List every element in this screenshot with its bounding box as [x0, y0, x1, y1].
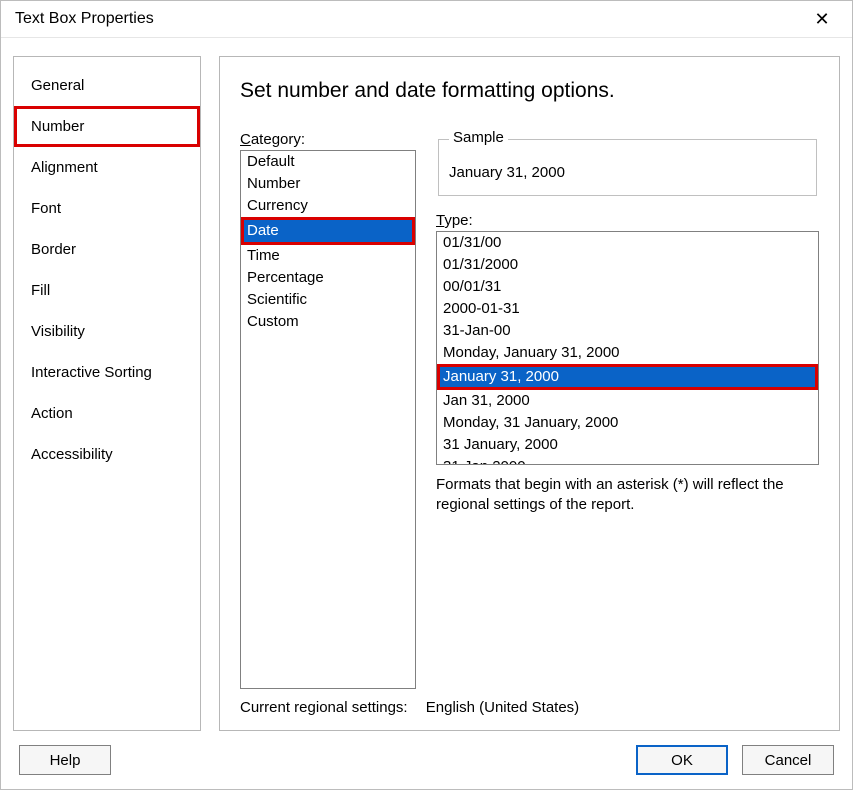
nav-item-font[interactable]: Font [14, 188, 200, 229]
category-item[interactable]: Default [241, 151, 415, 173]
type-item[interactable]: 31-Jan-00 [437, 320, 818, 342]
category-item[interactable]: Custom [241, 311, 415, 333]
dialog-body: GeneralNumberAlignmentFontBorderFillVisi… [1, 38, 852, 731]
content-row: Category: DefaultNumberCurrencyDateTimeP… [240, 131, 819, 689]
help-button[interactable]: Help [19, 745, 111, 775]
type-label: Type: [436, 212, 819, 229]
nav-item-alignment[interactable]: Alignment [14, 147, 200, 188]
type-item[interactable]: 31 Jan 2000 [437, 456, 818, 465]
nav-item-accessibility[interactable]: Accessibility [14, 434, 200, 475]
nav-item-general[interactable]: General [14, 65, 200, 106]
nav-item-number[interactable]: Number [14, 106, 200, 147]
side-nav: GeneralNumberAlignmentFontBorderFillVisi… [13, 56, 201, 731]
category-item[interactable]: Date [241, 217, 415, 245]
titlebar: Text Box Properties ✕ [1, 1, 852, 38]
nav-item-action[interactable]: Action [14, 393, 200, 434]
nav-item-fill[interactable]: Fill [14, 270, 200, 311]
type-item[interactable]: Monday, January 31, 2000 [437, 342, 818, 364]
right-column: Sample January 31, 2000 Type: 01/31/0001… [436, 131, 819, 689]
regional-settings: Current regional settings: English (Unit… [240, 689, 819, 716]
regional-label: Current regional settings: [240, 699, 408, 716]
type-listbox[interactable]: 01/31/0001/31/200000/01/312000-01-3131-J… [436, 231, 819, 465]
regional-value: English (United States) [426, 699, 579, 716]
type-item[interactable]: 01/31/2000 [437, 254, 818, 276]
type-item[interactable]: 2000-01-31 [437, 298, 818, 320]
type-section: Type: 01/31/0001/31/200000/01/312000-01-… [436, 212, 819, 514]
nav-item-interactive-sorting[interactable]: Interactive Sorting [14, 352, 200, 393]
sample-label: Sample [449, 129, 508, 146]
format-hint: Formats that begin with an asterisk (*) … [436, 475, 819, 514]
window-title: Text Box Properties [15, 10, 802, 28]
type-item[interactable]: Jan 31, 2000 [437, 390, 818, 412]
cancel-button[interactable]: Cancel [742, 745, 834, 775]
category-item[interactable]: Number [241, 173, 415, 195]
ok-button[interactable]: OK [636, 745, 728, 775]
category-item[interactable]: Currency [241, 195, 415, 217]
category-listbox[interactable]: DefaultNumberCurrencyDateTimePercentageS… [240, 150, 416, 689]
panel-description: Set number and date formatting options. [240, 79, 819, 103]
close-icon[interactable]: ✕ [802, 10, 842, 28]
nav-item-border[interactable]: Border [14, 229, 200, 270]
sample-group: Sample January 31, 2000 [438, 131, 817, 196]
dialog-window: Text Box Properties ✕ GeneralNumberAlign… [0, 0, 853, 790]
category-label: Category: [240, 131, 416, 148]
main-panel: Set number and date formatting options. … [219, 56, 840, 731]
category-item[interactable]: Scientific [241, 289, 415, 311]
nav-item-visibility[interactable]: Visibility [14, 311, 200, 352]
dialog-footer: Help OK Cancel [1, 731, 852, 789]
type-item[interactable]: Monday, 31 January, 2000 [437, 412, 818, 434]
type-item[interactable]: 31 January, 2000 [437, 434, 818, 456]
category-column: Category: DefaultNumberCurrencyDateTimeP… [240, 131, 416, 689]
type-item[interactable]: January 31, 2000 [437, 364, 818, 390]
type-item[interactable]: 01/31/00 [437, 232, 818, 254]
type-item[interactable]: 00/01/31 [437, 276, 818, 298]
category-item[interactable]: Time [241, 245, 415, 267]
sample-value: January 31, 2000 [449, 164, 806, 181]
category-item[interactable]: Percentage [241, 267, 415, 289]
